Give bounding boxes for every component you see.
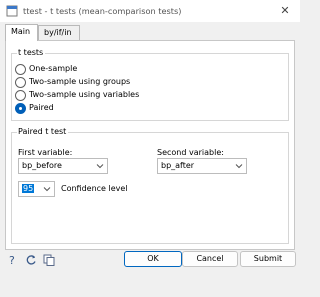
t-tests-group-title: t tests <box>17 48 46 57</box>
svg-text:?: ? <box>9 254 15 267</box>
radio-two-sample-groups[interactable]: Two-sample using groups <box>12 77 212 89</box>
tab-by-if-in[interactable]: by/if/in <box>38 25 80 40</box>
radio-button[interactable] <box>15 64 26 75</box>
cancel-button[interactable]: Cancel <box>182 251 238 267</box>
confidence-level-combo[interactable]: 95 <box>18 181 55 197</box>
radio-label: Two-sample using variables <box>29 90 140 99</box>
help-icon[interactable]: ? <box>6 253 20 267</box>
radio-label: Paired <box>29 103 54 112</box>
paired-group-title: Paired t test <box>17 127 69 136</box>
second-variable-combo[interactable]: bp_after <box>157 158 247 174</box>
first-variable-value: bp_before <box>22 161 62 170</box>
second-variable-label: Second variable: <box>157 148 224 157</box>
confidence-level-value: 95 <box>22 184 35 193</box>
t-tests-group: t tests One-sample Two-sample using grou… <box>11 48 289 121</box>
first-variable-combo[interactable]: bp_before <box>18 158 108 174</box>
chevron-down-icon[interactable] <box>234 161 244 171</box>
radio-two-sample-variables[interactable]: Two-sample using variables <box>12 90 212 102</box>
radio-button[interactable] <box>15 90 26 101</box>
tab-main[interactable]: Main <box>5 24 38 41</box>
radio-label: Two-sample using groups <box>29 77 131 86</box>
second-variable-value: bp_after <box>161 161 195 170</box>
submit-button[interactable]: Submit <box>240 251 296 267</box>
radio-one-sample[interactable]: One-sample <box>12 64 212 76</box>
app-icon <box>6 5 18 17</box>
confidence-level-label: Confidence level <box>61 184 128 193</box>
radio-paired[interactable]: Paired <box>12 103 212 115</box>
paired-t-test-group: Paired t test First variable: bp_before … <box>11 127 289 244</box>
first-variable-label: First variable: <box>18 148 73 157</box>
chevron-down-icon[interactable] <box>42 184 52 194</box>
radio-button[interactable] <box>15 77 26 88</box>
chevron-down-icon[interactable] <box>95 161 105 171</box>
reset-icon[interactable] <box>24 253 38 267</box>
window-title: ttest - t tests (mean-comparison tests) <box>23 6 182 16</box>
radio-button-selected[interactable] <box>15 103 26 114</box>
ok-button[interactable]: OK <box>124 251 182 267</box>
close-button[interactable]: ✕ <box>276 3 294 19</box>
copy-icon[interactable] <box>42 253 56 267</box>
radio-label: One-sample <box>29 64 78 73</box>
